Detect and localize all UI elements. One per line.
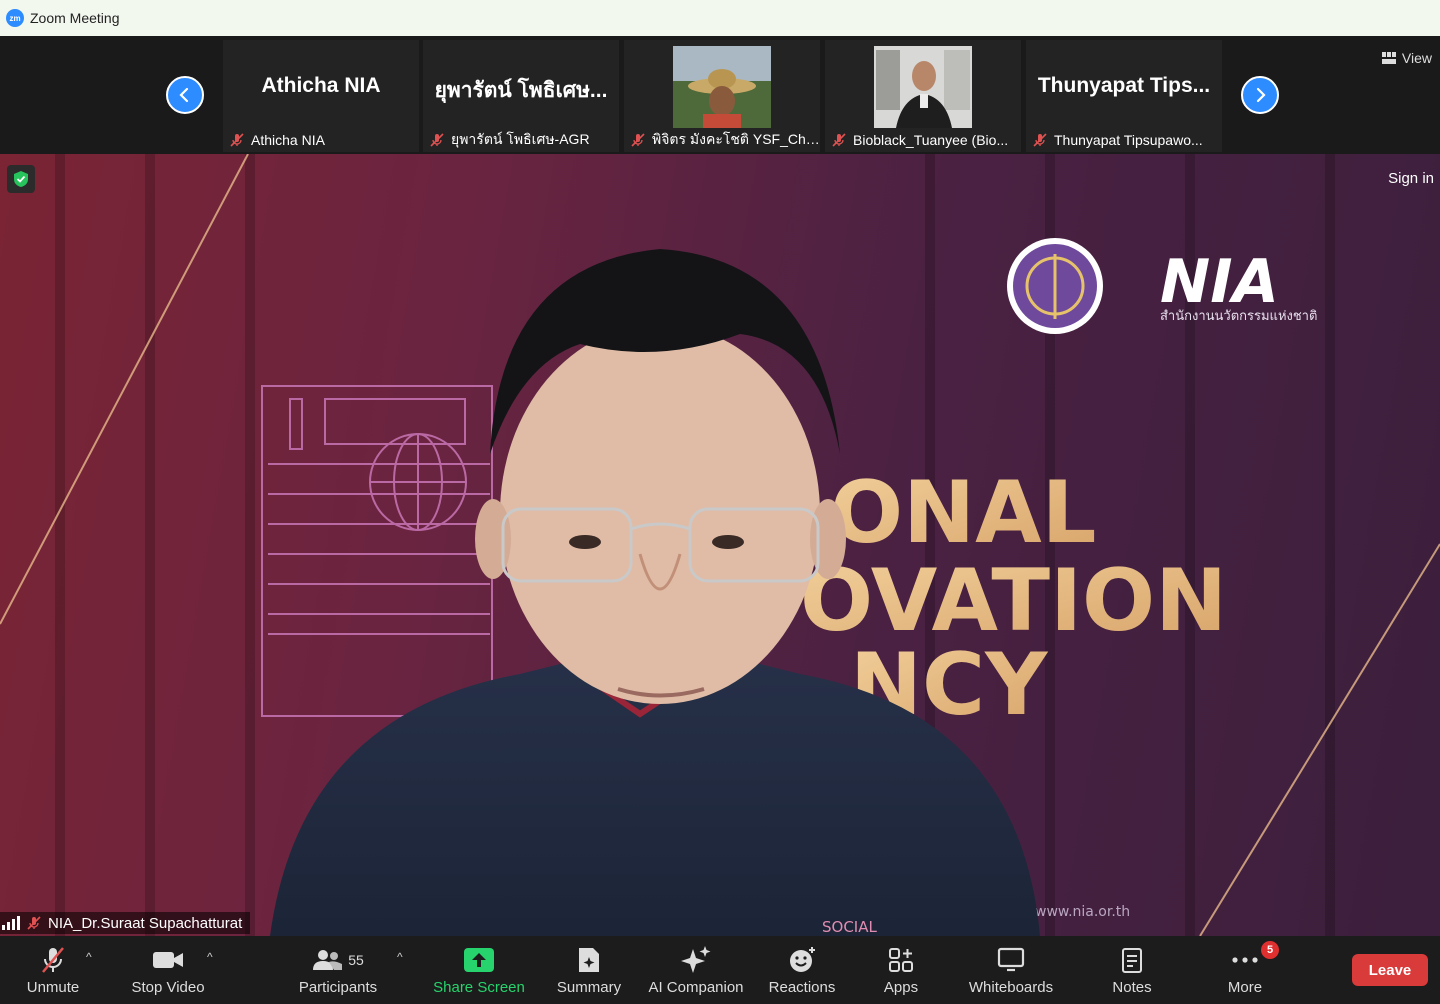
view-label: View	[1401, 50, 1432, 66]
stop-video-label: Stop Video	[131, 978, 205, 996]
whiteboards-label: Whiteboards	[968, 978, 1054, 996]
more-ellipsis-icon	[1232, 956, 1258, 963]
participant-big-name: Athicha NIA	[261, 74, 381, 97]
video-camera-icon	[153, 951, 183, 968]
participant-label: ยุพารัตน์ โพธิเศษ-AGR	[423, 128, 619, 152]
svg-text:สำนักงานนวัตกรรมแห่งชาติ: สำนักงานนวัตกรรมแห่งชาติ	[1160, 309, 1317, 324]
participant-tile[interactable]: Bioblack_Tuanyee (Bio...	[825, 40, 1021, 152]
participants-options-caret-icon[interactable]: ^	[397, 950, 403, 964]
svg-text:SOCIAL: SOCIAL	[822, 918, 877, 936]
whiteboard-icon	[997, 947, 1025, 971]
more-notification-badge: 5	[1261, 941, 1279, 959]
chevron-left-icon	[179, 87, 189, 103]
audio-options-caret-icon[interactable]: ^	[86, 950, 92, 964]
zoom-window: zm Zoom Meeting Athicha NIA Athicha NIA …	[0, 0, 1440, 1004]
participant-tile[interactable]: Athicha NIA Athicha NIA	[223, 40, 419, 152]
more-label: More	[1227, 978, 1263, 996]
share-screen-label: Share Screen	[433, 978, 525, 996]
leave-button[interactable]: Leave	[1352, 954, 1428, 986]
notes-icon	[1122, 947, 1142, 973]
mic-muted-icon	[27, 916, 41, 930]
participant-name: ยุพารัตน์ โพธิเศษ-AGR	[451, 131, 590, 147]
unmute-label: Unmute	[26, 978, 80, 996]
view-button[interactable]: View	[1381, 50, 1432, 66]
mic-off-icon	[42, 946, 64, 973]
participant-name: พิจิตร มังคะโชติ YSF_Chi...	[652, 131, 820, 147]
mic-muted-icon	[430, 133, 444, 147]
ai-companion-button[interactable]: AI Companion	[644, 936, 748, 1004]
mic-muted-icon	[230, 133, 244, 147]
reaction-smiley-icon	[790, 946, 815, 972]
speaker-name: NIA_Dr.Suraat Supachatturat	[48, 914, 243, 932]
summary-document-icon	[579, 947, 599, 972]
whiteboards-button[interactable]: Whiteboards	[962, 936, 1060, 1004]
stop-video-button[interactable]: Stop Video	[128, 936, 208, 1004]
unmute-button[interactable]: Unmute	[18, 936, 88, 1004]
participant-name: Bioblack_Tuanyee (Bio...	[853, 132, 1009, 148]
active-speaker-label: NIA_Dr.Suraat Supachatturat	[0, 912, 251, 934]
share-screen-button[interactable]: Share Screen	[430, 936, 528, 1004]
participants-label: Participants	[298, 978, 378, 996]
reactions-button[interactable]: Reactions	[766, 936, 838, 1004]
share-screen-icon	[464, 947, 494, 972]
video-options-caret-icon[interactable]: ^	[207, 950, 213, 964]
previous-page-button[interactable]	[166, 76, 204, 114]
participant-video-thumbnail	[673, 46, 771, 128]
participant-name: Athicha NIA	[251, 132, 325, 148]
participant-big-name: Thunyapat Tips...	[1037, 74, 1211, 97]
next-page-button[interactable]	[1241, 76, 1279, 114]
notes-button[interactable]: Notes	[1104, 936, 1160, 1004]
encryption-shield-icon[interactable]	[7, 165, 35, 193]
title-bar: zm Zoom Meeting	[0, 0, 1440, 36]
apps-button[interactable]: Apps	[872, 936, 930, 1004]
sparkle-icon	[681, 945, 711, 973]
zoom-logo-icon: zm	[6, 9, 24, 27]
summary-button[interactable]: Summary	[552, 936, 626, 1004]
participant-video-thumbnail	[874, 46, 972, 128]
window-title: Zoom Meeting	[30, 10, 120, 26]
participant-label: Athicha NIA	[223, 128, 419, 152]
svg-text:www.nia.or.th: www.nia.or.th	[1035, 904, 1130, 920]
participants-count: 55	[348, 951, 364, 968]
mic-muted-icon	[832, 133, 846, 147]
svg-text:ONAL: ONAL	[830, 463, 1096, 563]
apps-label: Apps	[883, 978, 919, 996]
participants-button[interactable]: 55 Participants	[292, 936, 384, 1004]
mic-muted-icon	[631, 133, 645, 147]
notes-label: Notes	[1112, 978, 1152, 996]
participant-tile[interactable]: Thunyapat Tips... Thunyapat Tipsupawo...	[1026, 40, 1222, 152]
participant-label: พิจิตร มังคะโชติ YSF_Chi...	[624, 128, 820, 152]
apps-icon	[889, 947, 913, 972]
participant-tile[interactable]: พิจิตร มังคะโชติ YSF_Chi...	[624, 40, 820, 152]
participants-icon	[313, 949, 343, 970]
sign-in-link[interactable]: Sign in	[1388, 170, 1434, 187]
participant-name: Thunyapat Tipsupawo...	[1054, 132, 1203, 148]
main-speaker-video: ONAL OVATION NCY NIA สำนักงานนวัตกรรมแห่…	[0, 154, 1440, 936]
meeting-toolbar: Unmute ^ Stop Video ^ 55 Participants ^ …	[0, 936, 1440, 1004]
participant-tile[interactable]: ยุพารัตน์ โพธิเศษ... ยุพารัตน์ โพธิเศษ-A…	[423, 40, 619, 152]
mic-muted-icon	[1033, 133, 1047, 147]
ai-companion-label: AI Companion	[648, 978, 744, 996]
svg-text:NIA: NIA	[1160, 247, 1279, 317]
participant-label: Bioblack_Tuanyee (Bio...	[825, 128, 1021, 152]
participant-strip: Athicha NIA Athicha NIA ยุพารัตน์ โพธิเศ…	[0, 36, 1440, 154]
speaker-video-frame: ONAL OVATION NCY NIA สำนักงานนวัตกรรมแห่…	[0, 154, 1440, 936]
chevron-right-icon	[1256, 87, 1266, 103]
grid-view-icon	[1381, 52, 1396, 64]
signal-strength-icon	[2, 916, 20, 930]
summary-label: Summary	[556, 978, 622, 996]
participant-big-name: ยุพารัตน์ โพธิเศษ...	[434, 79, 608, 102]
participant-label: Thunyapat Tipsupawo...	[1026, 128, 1222, 152]
reactions-label: Reactions	[768, 978, 836, 996]
